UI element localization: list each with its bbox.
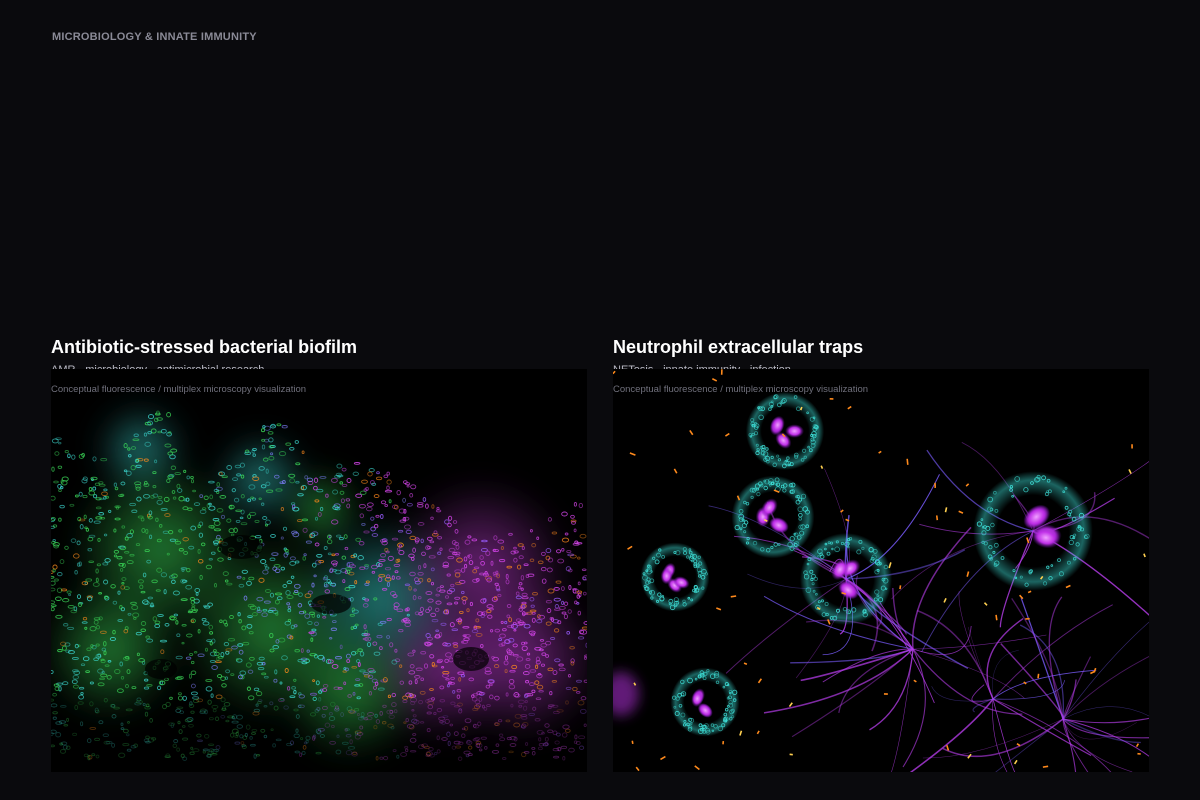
card-title: Antibiotic-stressed bacterial biofilm xyxy=(51,337,358,357)
section-label: MICROBIOLOGY & INNATE IMMUNITY xyxy=(52,31,257,43)
neutrophil-illustration xyxy=(613,369,1149,772)
card-neutrophil-traps[interactable]: Neutrophil extracellular traps NETosis ·… xyxy=(613,336,1149,772)
card-title: Neutrophil extracellular traps xyxy=(613,337,864,357)
image-caption: Conceptual fluorescence / multiplex micr… xyxy=(613,384,869,395)
biofilm-illustration xyxy=(51,369,587,772)
biofilm-image[interactable]: Conceptual fluorescence / multiplex micr… xyxy=(51,369,587,772)
neutrophil-image[interactable]: Conceptual fluorescence / multiplex micr… xyxy=(613,369,1149,772)
card-biofilm[interactable]: Antibiotic-stressed bacterial biofilm AM… xyxy=(51,336,587,772)
image-caption: Conceptual fluorescence / multiplex micr… xyxy=(51,384,307,395)
